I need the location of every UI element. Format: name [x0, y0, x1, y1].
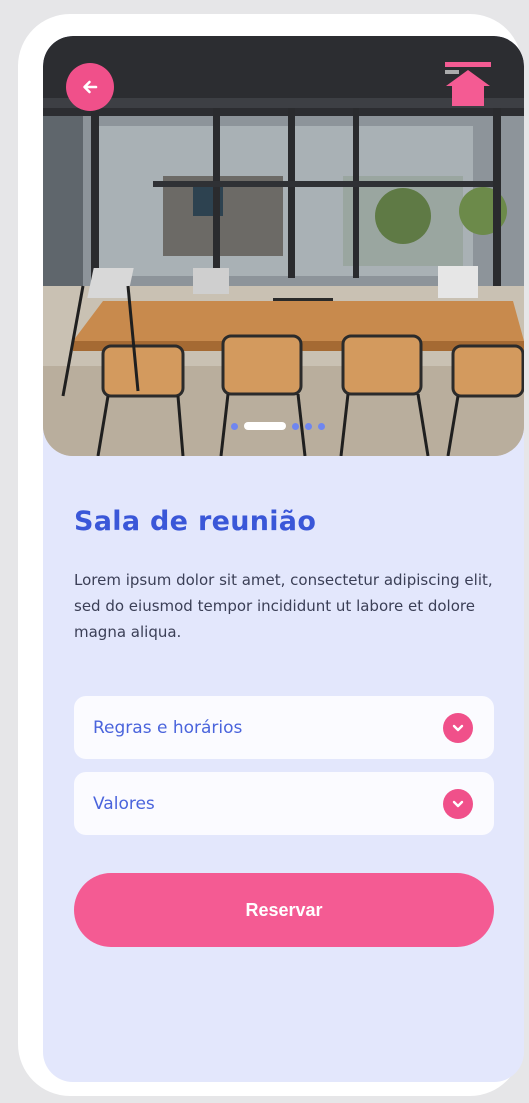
carousel-dot[interactable] — [318, 422, 325, 430]
accordion-label: Valores — [93, 793, 155, 814]
room-photo-carousel[interactable] — [43, 36, 524, 456]
app-screen: Sala de reunião Lorem ipsum dolor sit am… — [43, 36, 524, 1082]
carousel-dot[interactable] — [305, 422, 312, 430]
arrow-left-icon — [83, 80, 98, 94]
accordion-rules-hours[interactable]: Regras e horários — [74, 696, 494, 759]
room-description: Lorem ipsum dolor sit amet, consectetur … — [74, 571, 493, 641]
back-button[interactable] — [66, 63, 114, 111]
share-button[interactable] — [444, 60, 494, 110]
reserve-button[interactable]: Reservar — [74, 873, 494, 947]
accordion-label: Regras e horários — [93, 717, 243, 738]
room-title: Sala de reunião — [74, 506, 317, 537]
phone-frame: Sala de reunião Lorem ipsum dolor sit am… — [18, 14, 524, 1096]
chevron-down-icon — [443, 788, 473, 819]
accordion-prices[interactable]: Valores — [74, 772, 494, 835]
carousel-dot-active[interactable] — [244, 422, 286, 430]
carousel-indicator — [231, 422, 325, 430]
carousel-dot[interactable] — [292, 422, 299, 430]
upload-share-icon — [445, 62, 491, 106]
chevron-down-icon — [443, 712, 473, 743]
carousel-dot[interactable] — [231, 422, 238, 430]
